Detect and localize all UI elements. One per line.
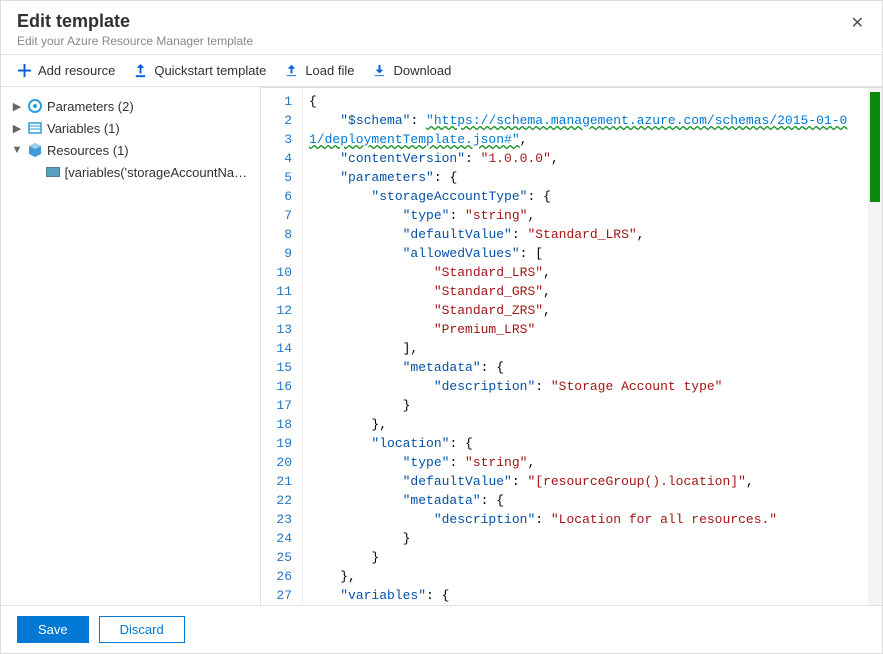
tree-item-label: Parameters (2): [47, 99, 134, 114]
close-icon: ✕: [851, 15, 864, 32]
tree-item-resources[interactable]: ▼ Resources (1): [9, 139, 256, 161]
tree-item-label: Variables (1): [47, 121, 120, 136]
load-file-label: Load file: [305, 63, 354, 78]
caret-down-icon: ▼: [11, 144, 23, 156]
variables-icon: [27, 120, 43, 136]
tree-item-storage-account[interactable]: [variables('storageAccountNam…: [9, 161, 256, 183]
storage-account-icon: [45, 164, 61, 180]
download-label: Download: [393, 63, 451, 78]
main-area: ▶ Parameters (2) ▶ Variables (1) ▼ Resou…: [1, 87, 882, 605]
add-resource-label: Add resource: [38, 63, 115, 78]
upload-arrow-icon: [133, 63, 148, 78]
code-content[interactable]: { "$schema": "https://schema.management.…: [303, 88, 868, 605]
tree-item-label: Resources (1): [47, 143, 129, 158]
quickstart-template-button[interactable]: Quickstart template: [133, 63, 266, 78]
page-subtitle: Edit your Azure Resource Manager templat…: [17, 34, 866, 48]
dialog-footer: Save Discard: [1, 605, 882, 653]
tree-item-label: [variables('storageAccountNam…: [65, 165, 254, 180]
scrollbar-thumb[interactable]: [870, 92, 880, 202]
tree-item-variables[interactable]: ▶ Variables (1): [9, 117, 256, 139]
quickstart-label: Quickstart template: [154, 63, 266, 78]
page-title: Edit template: [17, 11, 866, 32]
download-icon: [372, 63, 387, 78]
discard-button[interactable]: Discard: [99, 616, 185, 643]
parameters-icon: [27, 98, 43, 114]
add-resource-button[interactable]: Add resource: [17, 63, 115, 78]
toolbar: Add resource Quickstart template Load fi…: [1, 55, 882, 87]
plus-icon: [17, 63, 32, 78]
load-file-button[interactable]: Load file: [284, 63, 354, 78]
editor-scrollbar[interactable]: [868, 88, 882, 605]
code-editor[interactable]: 1234567891011121314151617181920212223242…: [261, 87, 882, 605]
dialog-header: Edit template Edit your Azure Resource M…: [1, 1, 882, 55]
tree-item-parameters[interactable]: ▶ Parameters (2): [9, 95, 256, 117]
caret-right-icon: ▶: [11, 100, 23, 113]
resources-icon: [27, 142, 43, 158]
caret-right-icon: ▶: [11, 122, 23, 135]
save-button[interactable]: Save: [17, 616, 89, 643]
close-button[interactable]: ✕: [845, 9, 870, 37]
line-number-gutter: 1234567891011121314151617181920212223242…: [261, 88, 303, 605]
upload-icon: [284, 63, 299, 78]
outline-tree: ▶ Parameters (2) ▶ Variables (1) ▼ Resou…: [1, 87, 261, 605]
download-button[interactable]: Download: [372, 63, 451, 78]
